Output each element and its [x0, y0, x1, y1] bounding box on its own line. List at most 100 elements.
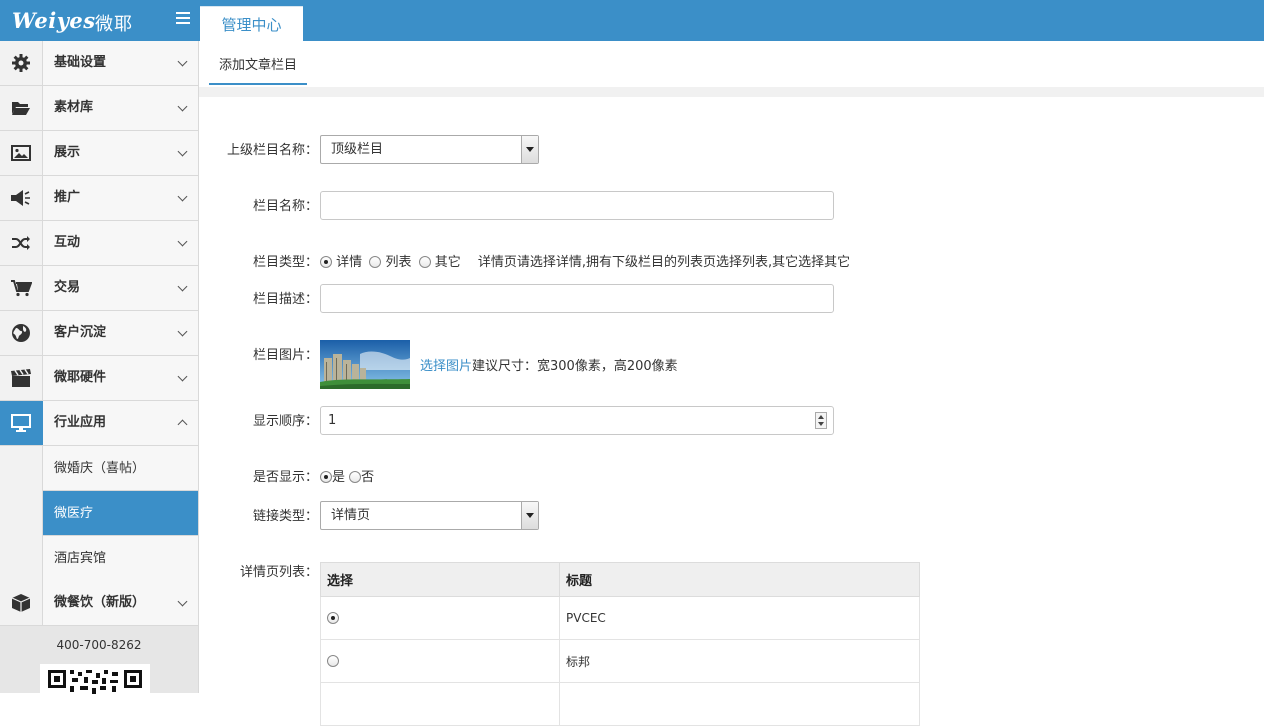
qr-code-icon — [40, 664, 150, 694]
sidebar-item-promotion[interactable]: 推广 — [0, 176, 198, 221]
logo[interactable]: Weiyes — [12, 8, 96, 33]
number-stepper-icon[interactable] — [815, 412, 827, 429]
image-icon — [0, 131, 43, 175]
chevron-down-icon — [177, 326, 188, 337]
sidebar-item-label: 素材库 — [54, 100, 94, 115]
column-desc-input[interactable] — [320, 284, 834, 313]
chevron-down-icon — [177, 236, 188, 247]
gear-icon — [0, 41, 43, 85]
chevron-up-icon — [177, 419, 188, 430]
menu-icon[interactable] — [176, 12, 190, 24]
type-other-label: 其它 — [434, 255, 461, 270]
type-list-label: 列表 — [385, 255, 412, 270]
visible-no-radio[interactable] — [349, 471, 362, 483]
detail-list-label: 详情页列表： — [239, 565, 318, 580]
chevron-down-icon — [177, 56, 188, 67]
visible-yes-radio[interactable] — [320, 471, 332, 483]
sidebar-footer: 400-700-8262 — [0, 626, 198, 694]
monitor-icon — [0, 401, 43, 445]
column-header-select: 选择 — [320, 562, 560, 597]
globe-icon — [0, 311, 43, 355]
type-detail-radio[interactable] — [320, 256, 332, 268]
sidebar-item-trade[interactable]: 交易 — [0, 266, 198, 311]
type-list-radio[interactable] — [369, 256, 382, 268]
image-size-hint: 建议尺寸：宽300像素，高200像素 — [472, 359, 678, 374]
hotline-number: 400-700-8262 — [56, 638, 142, 652]
column-image-thumbnail[interactable] — [320, 340, 410, 389]
cart-icon — [0, 266, 43, 310]
sidebar-subitem-hotel[interactable]: 酒店宾馆 — [43, 536, 198, 581]
row-select-radio[interactable] — [327, 612, 339, 624]
sidebar-subitem-wedding[interactable]: 微婚庆（喜帖） — [43, 446, 198, 491]
column-name-input[interactable] — [320, 191, 834, 220]
main-content: 添加文章栏目 上级栏目名称： 顶级栏目 栏目名称： 栏目类型： 详情 列表 其它… — [199, 41, 1264, 726]
column-type-radios: 详情 列表 其它 详情页请选择详情,拥有下级栏目的列表页选择列表,其它选择其它 — [320, 251, 850, 270]
sidebar-item-customers[interactable]: 客户沉淀 — [0, 311, 198, 356]
sidebar-item-basic-settings[interactable]: 基础设置 — [0, 41, 198, 86]
logo-cn: 微耶 — [95, 14, 133, 35]
box-icon — [0, 581, 43, 625]
display-order-value: 1 — [328, 413, 337, 428]
row-title: 标邦 — [559, 639, 920, 683]
sidebar: 基础设置 素材库 展示 推广 互动 交易 客户沉淀 微耶硬件 行业应用 微婚庆（… — [0, 41, 199, 694]
table-row[interactable] — [320, 682, 920, 726]
chevron-down-icon — [177, 281, 188, 292]
link-type-label: 链接类型： — [252, 509, 318, 524]
sidebar-item-label: 推广 — [54, 190, 81, 205]
chevron-down-icon — [177, 101, 188, 112]
display-order-label: 显示顺序： — [252, 414, 318, 429]
sidebar-item-material[interactable]: 素材库 — [0, 86, 198, 131]
chevron-down-icon — [177, 146, 188, 157]
chevron-down-icon[interactable] — [521, 502, 538, 529]
row-title: PVCEC — [559, 596, 920, 640]
sidebar-item-label: 客户沉淀 — [54, 325, 107, 340]
table-row[interactable]: 标邦 — [320, 639, 920, 683]
table-row[interactable]: PVCEC — [320, 596, 920, 640]
sidebar-item-label: 微餐饮（新版） — [54, 595, 146, 610]
parent-column-value: 顶级栏目 — [331, 142, 384, 157]
tab-add-article-column[interactable]: 添加文章栏目 — [209, 41, 308, 85]
sidebar-item-hardware[interactable]: 微耶硬件 — [0, 356, 198, 401]
column-type-hint: 详情页请选择详情,拥有下级栏目的列表页选择列表,其它选择其它 — [477, 255, 851, 270]
column-type-label: 栏目类型： — [252, 255, 318, 270]
sidebar-item-label: 行业应用 — [54, 415, 107, 430]
visible-no-label: 否 — [361, 470, 375, 485]
chevron-down-icon — [177, 371, 188, 382]
divider — [199, 87, 1264, 97]
visible-yes-label: 是 — [332, 470, 346, 485]
chevron-down-icon — [177, 191, 188, 202]
sidebar-item-label: 展示 — [54, 145, 81, 160]
sub-navigation: 添加文章栏目 — [199, 41, 1264, 89]
visible-label: 是否显示： — [252, 470, 318, 485]
sidebar-item-interaction[interactable]: 互动 — [0, 221, 198, 266]
sidebar-item-catering[interactable]: 微餐饮（新版） — [0, 581, 198, 626]
type-other-radio[interactable] — [418, 256, 431, 268]
submenu-industry-apps: 微婚庆（喜帖） 微医疗 酒店宾馆 — [0, 446, 198, 581]
sidebar-item-industry-apps[interactable]: 行业应用 — [0, 401, 198, 446]
select-image-link[interactable]: 选择图片 — [420, 359, 472, 374]
folder-icon — [0, 86, 43, 130]
row-select-radio[interactable] — [327, 655, 339, 667]
chevron-down-icon — [177, 596, 188, 607]
brand: Weiyes 微耶 — [0, 0, 198, 41]
parent-column-select[interactable]: 顶级栏目 — [320, 135, 539, 164]
table-header-row: 选择 标题 — [320, 562, 920, 597]
detail-list-table: 选择 标题 PVCEC 标邦 — [320, 562, 920, 726]
sidebar-item-label: 微耶硬件 — [54, 370, 107, 385]
parent-column-label: 上级栏目名称： — [226, 143, 318, 158]
sidebar-item-display[interactable]: 展示 — [0, 131, 198, 176]
tab-management-center[interactable]: 管理中心 — [200, 6, 303, 41]
sidebar-subitem-medical[interactable]: 微医疗 — [43, 491, 198, 536]
column-desc-label: 栏目描述： — [252, 292, 318, 307]
image-picker-text: 选择图片建议尺寸：宽300像素，高200像素 — [420, 355, 678, 374]
visible-radios: 是 否 — [320, 466, 374, 485]
sidebar-item-label: 基础设置 — [54, 55, 107, 70]
shuffle-icon — [0, 221, 43, 265]
sidebar-item-label: 交易 — [54, 280, 81, 295]
sidebar-item-label: 互动 — [54, 235, 81, 250]
display-order-input[interactable]: 1 — [320, 406, 834, 435]
megaphone-icon — [0, 176, 43, 220]
chevron-down-icon[interactable] — [521, 136, 538, 163]
clapperboard-icon — [0, 356, 43, 400]
link-type-select[interactable]: 详情页 — [320, 501, 539, 530]
